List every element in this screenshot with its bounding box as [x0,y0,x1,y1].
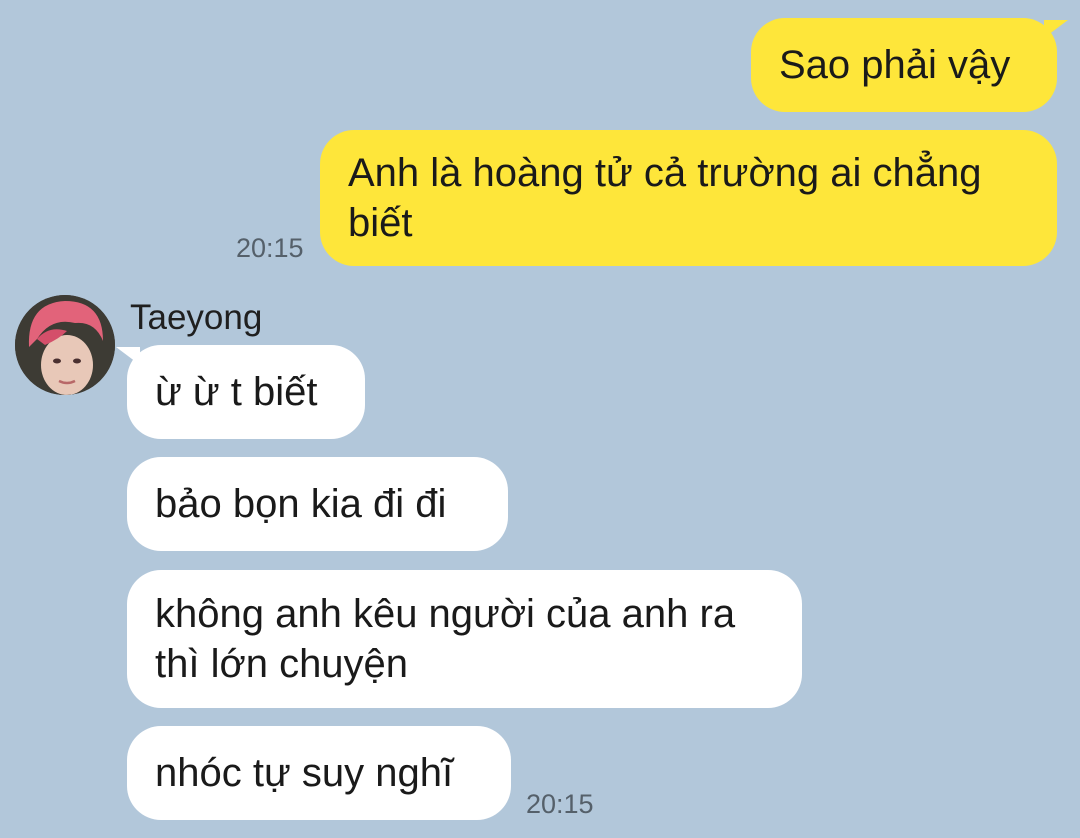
message-text: bảo bọn kia đi đi [155,482,447,526]
incoming-message[interactable]: ừ ừ t biết [127,345,365,439]
message-text: ừ ừ t biết [155,370,318,414]
message-text: không anh kêu người của anh ra thì lớn c… [155,592,736,686]
incoming-message[interactable]: bảo bọn kia đi đi [127,457,508,551]
sender-avatar[interactable] [15,295,115,395]
message-timestamp: 20:15 [236,233,304,263]
outgoing-message[interactable]: Sao phải vậy [751,18,1057,112]
bubble-tail [1044,20,1068,38]
incoming-message[interactable]: nhóc tự suy nghĩ [127,726,511,820]
message-timestamp: 20:15 [526,789,594,819]
message-text: Sao phải vậy [779,43,1011,87]
message-text: nhóc tự suy nghĩ [155,751,454,795]
profile-photo-icon [15,295,115,395]
bubble-tail [116,347,140,365]
incoming-message[interactable]: không anh kêu người của anh ra thì lớn c… [127,570,802,708]
outgoing-message[interactable]: Anh là hoàng tử cả trường ai chẳng biết [320,130,1057,266]
sender-name: Taeyong [130,298,263,337]
message-text: Anh là hoàng tử cả trường ai chẳng biết [348,151,982,245]
